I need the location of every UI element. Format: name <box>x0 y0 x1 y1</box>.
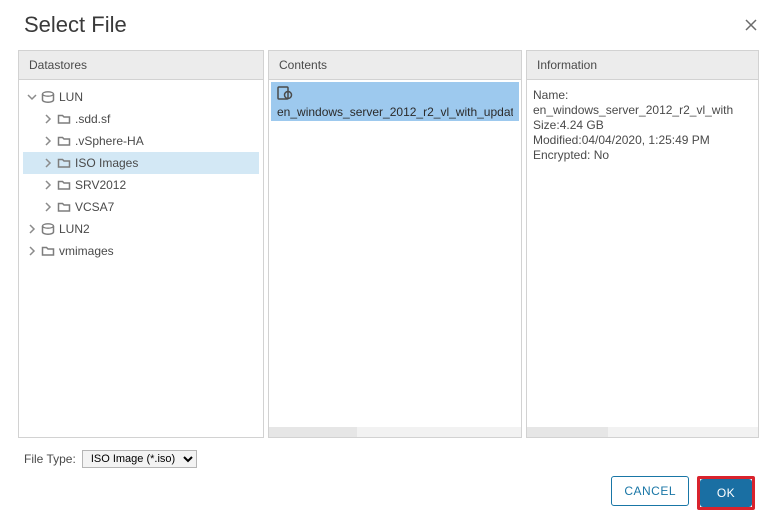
datastore-icon <box>41 90 55 104</box>
file-item[interactable]: en_windows_server_2012_r2_vl_with_updat <box>271 82 519 121</box>
folder-icon <box>57 134 71 148</box>
info-name-label: Name: <box>533 88 568 102</box>
tree-node-sdd[interactable]: .sdd.sf <box>23 108 259 130</box>
information-footer <box>527 427 758 437</box>
chevron-right-icon <box>43 180 53 190</box>
information-header: Information <box>527 51 758 80</box>
dialog-title: Select File <box>24 12 127 38</box>
panels-container: Datastores LUN <box>18 50 759 438</box>
file-type-label: File Type: <box>24 452 76 466</box>
select-file-dialog: Select File Datastores <box>0 0 777 528</box>
tree-label: .vSphere-HA <box>75 134 144 148</box>
contents-footer <box>269 427 521 437</box>
folder-icon <box>57 156 71 170</box>
info-size-value: 4.24 GB <box>560 118 604 132</box>
tree-node-lun2[interactable]: LUN2 <box>23 218 259 240</box>
cancel-button[interactable]: CANCEL <box>611 476 689 506</box>
folder-icon <box>57 178 71 192</box>
chevron-right-icon <box>43 158 53 168</box>
tree-node-vsphereha[interactable]: .vSphere-HA <box>23 130 259 152</box>
contents-body[interactable]: en_windows_server_2012_r2_vl_with_updat <box>269 80 521 427</box>
info-size-line: Size:4.24 GB <box>533 118 752 133</box>
folder-icon <box>57 200 71 214</box>
tree-node-iso-images[interactable]: ISO Images <box>23 152 259 174</box>
file-type-row: File Type: ISO Image (*.iso) <box>18 450 759 476</box>
contents-panel: Contents en_windows_server_2012_r2_vl_wi… <box>268 50 522 438</box>
info-encrypted-label: Encrypted: <box>533 148 590 162</box>
information-body: Name: en_windows_server_2012_r2_vl_with … <box>527 80 758 427</box>
info-encrypted-line: Encrypted: No <box>533 148 752 163</box>
chevron-right-icon <box>27 224 37 234</box>
tree-node-srv2012[interactable]: SRV2012 <box>23 174 259 196</box>
chevron-right-icon <box>43 136 53 146</box>
info-modified-label: Modified: <box>533 133 582 147</box>
folder-icon <box>41 244 55 258</box>
info-modified-value: 04/04/2020, 1:25:49 PM <box>582 133 710 147</box>
info-name-line: Name: <box>533 88 752 103</box>
ok-button-highlight: OK <box>697 476 755 510</box>
tree-label: VCSA7 <box>75 200 114 214</box>
contents-header: Contents <box>269 51 521 80</box>
file-type-select[interactable]: ISO Image (*.iso) <box>82 450 197 468</box>
chevron-right-icon <box>43 114 53 124</box>
chevron-down-icon <box>27 92 37 102</box>
tree-label: .sdd.sf <box>75 112 110 126</box>
tree-node-vcsa7[interactable]: VCSA7 <box>23 196 259 218</box>
button-row: CANCEL OK <box>18 476 759 510</box>
tree-label: SRV2012 <box>75 178 126 192</box>
info-encrypted-value: No <box>590 148 609 162</box>
datastores-panel: Datastores LUN <box>18 50 264 438</box>
datastores-tree-body[interactable]: LUN .s <box>19 80 263 437</box>
datastore-icon <box>41 222 55 236</box>
folder-icon <box>57 112 71 126</box>
tree-node-lun[interactable]: LUN <box>23 86 259 108</box>
close-icon[interactable] <box>743 17 759 33</box>
datastores-header: Datastores <box>19 51 263 80</box>
tree-node-vmimages[interactable]: vmimages <box>23 240 259 262</box>
information-panel: Information Name: en_windows_server_2012… <box>526 50 759 438</box>
file-name: en_windows_server_2012_r2_vl_with_updat <box>277 105 513 119</box>
tree-label: LUN <box>59 90 83 104</box>
tree-label: LUN2 <box>59 222 90 236</box>
chevron-right-icon <box>27 246 37 256</box>
info-size-label: Size: <box>533 118 560 132</box>
tree-label: ISO Images <box>75 156 138 170</box>
dialog-header: Select File <box>18 0 759 50</box>
ok-button[interactable]: OK <box>700 479 752 507</box>
info-modified-line: Modified:04/04/2020, 1:25:49 PM <box>533 133 752 148</box>
chevron-right-icon <box>43 202 53 212</box>
iso-file-icon <box>277 86 293 103</box>
tree-label: vmimages <box>59 244 114 258</box>
info-name-value: en_windows_server_2012_r2_vl_with <box>533 103 752 118</box>
